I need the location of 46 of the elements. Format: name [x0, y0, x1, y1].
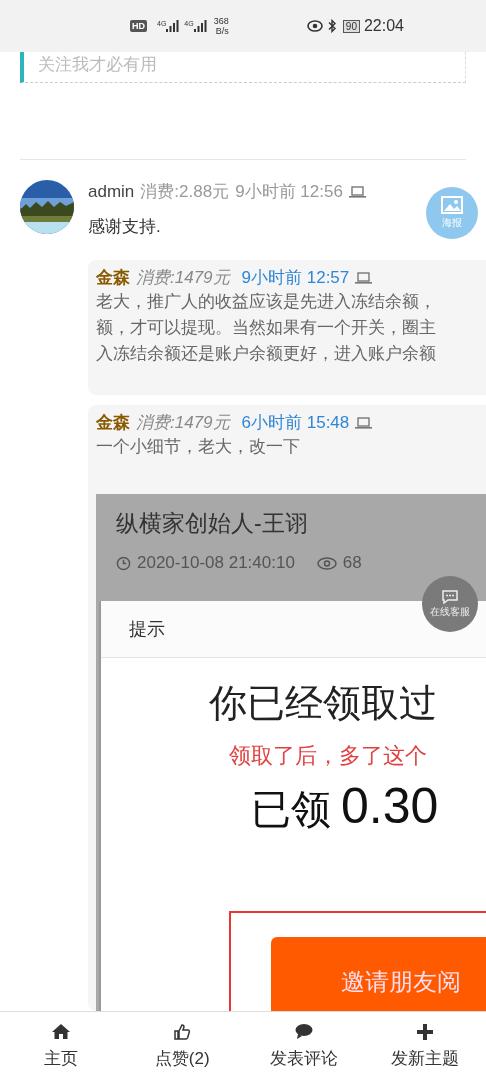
eye-icon: [316, 556, 337, 570]
nav-tab[interactable]: 主页: [0, 1012, 122, 1080]
eye-icon: [306, 20, 323, 32]
thumbs-up-icon: [173, 1022, 192, 1041]
spend-amount: 消费:2.88元: [140, 181, 230, 203]
dialog-heading: 你已经领取过: [209, 681, 438, 726]
amount-value: 0.30: [341, 777, 439, 835]
laptop-icon: [348, 184, 366, 199]
clock-icon: [116, 555, 131, 571]
nav-tab[interactable]: 发表评论: [243, 1012, 365, 1080]
spend-amount: 消费:1479元: [136, 412, 230, 434]
author-name[interactable]: admin: [88, 181, 135, 202]
post-time: 6小时前 15:48: [241, 412, 350, 434]
chat-button[interactable]: 在线客服: [422, 576, 478, 632]
laptop-icon: [355, 415, 373, 430]
reply-text: 一个小细节，老大，改一下: [96, 436, 301, 458]
hd-badge: HD: [130, 20, 147, 32]
image-icon: [441, 196, 463, 214]
clock-time: 22:04: [363, 17, 404, 35]
speech-bubble-icon: [294, 1022, 313, 1041]
notice-text: 关注我才必有用: [20, 52, 466, 83]
view-count: 68: [342, 553, 362, 573]
home-icon: [51, 1022, 70, 1041]
post-time: 9小时前 12:56: [235, 181, 343, 203]
laptop-icon: [355, 270, 373, 285]
amount-label: 已领: [251, 786, 331, 833]
speed-unit: B/s: [215, 26, 229, 36]
author-name[interactable]: 金森: [96, 266, 130, 289]
article-date: 2020-10-08 21:40:10: [137, 553, 295, 573]
bluetooth-icon: [326, 19, 337, 33]
article-title: 纵横家创始人-王诩: [116, 509, 309, 538]
post-time: 9小时前 12:57: [241, 267, 350, 289]
reply-text: 老大，推广人的收益应该是先进入冻结余额， 额，才可以提现。当然如果有一个开关，圈主 入冻结余额还是账户余额更好，进入账户余额: [96, 291, 437, 365]
plus-icon: [416, 1022, 435, 1041]
battery-level: 90: [342, 19, 360, 33]
network-speed: 368: [213, 16, 229, 26]
avatar-image: [20, 180, 74, 234]
signal-icon: [166, 20, 181, 32]
nav-tab[interactable]: 点赞(2): [121, 1012, 243, 1080]
signal-icon: [193, 20, 208, 32]
author-name[interactable]: 金森: [96, 411, 130, 434]
dialog-note: 领取了后，多了这个: [229, 742, 428, 770]
spend-amount: 消费:1479元: [136, 267, 230, 289]
chat-bubble-icon: [440, 589, 460, 605]
comment-text: 感谢支持.: [88, 216, 162, 238]
nav-tab[interactable]: 发新主题: [364, 1012, 486, 1080]
